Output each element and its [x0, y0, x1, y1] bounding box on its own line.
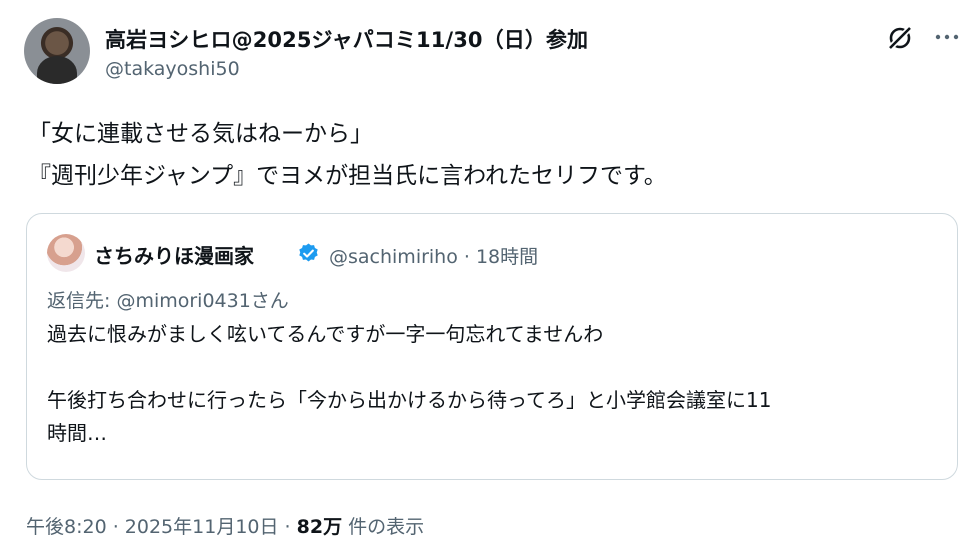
- tweet-line: 『週刊少年ジャンプ』でヨメが担当氏に言われたセリフです。: [28, 163, 667, 189]
- quoted-author-handle-time[interactable]: @sachimiriho · 18時間: [329, 242, 538, 269]
- quoted-line: 過去に恨みがましく呟いてるんですが一字一句忘れてませんわ: [47, 322, 604, 346]
- reply-to-label[interactable]: 返信先: @mimori0431さん: [47, 286, 289, 313]
- author-handle[interactable]: @takayoshi50: [105, 58, 240, 80]
- tweet-text: 「女に連載させる気はねーから」 『週刊少年ジャンプ』でヨメが担当氏に言われたセリ…: [28, 113, 667, 197]
- quoted-line-blank: [47, 351, 771, 384]
- more-icon[interactable]: [934, 27, 960, 47]
- tweet-meta: 午後8:20 · 2025年11月10日 · 82万 件の表示: [26, 512, 424, 539]
- tweet-timestamp[interactable]: 午後8:20 · 2025年11月10日 ·: [26, 516, 297, 538]
- views-label: 件の表示: [342, 516, 425, 538]
- author-avatar[interactable]: [24, 18, 90, 84]
- verified-icon: [299, 243, 318, 262]
- quoted-line: 時間…: [47, 421, 107, 445]
- quoted-line: 午後打ち合わせに行ったら「今から出かけるから待ってろ」と小学館会議室に11: [47, 388, 772, 412]
- grok-icon[interactable]: [885, 23, 915, 53]
- author-display-name[interactable]: 高岩ヨシヒロ@2025ジャパコミ11/30（日）参加: [105, 24, 588, 54]
- quoted-tweet-text: 過去に恨みがましく呟いてるんですが一字一句忘れてませんわ 午後打ち合わせに行った…: [47, 318, 771, 450]
- quoted-author-name[interactable]: さちみりほ漫画家: [94, 240, 254, 269]
- quoted-tweet-card[interactable]: さちみりほ漫画家 @sachimiriho · 18時間 返信先: @mimor…: [26, 213, 958, 480]
- tweet-line: 「女に連載させる気はねーから」: [28, 121, 373, 147]
- quoted-author-avatar[interactable]: [47, 234, 85, 272]
- views-count: 82万: [296, 516, 343, 538]
